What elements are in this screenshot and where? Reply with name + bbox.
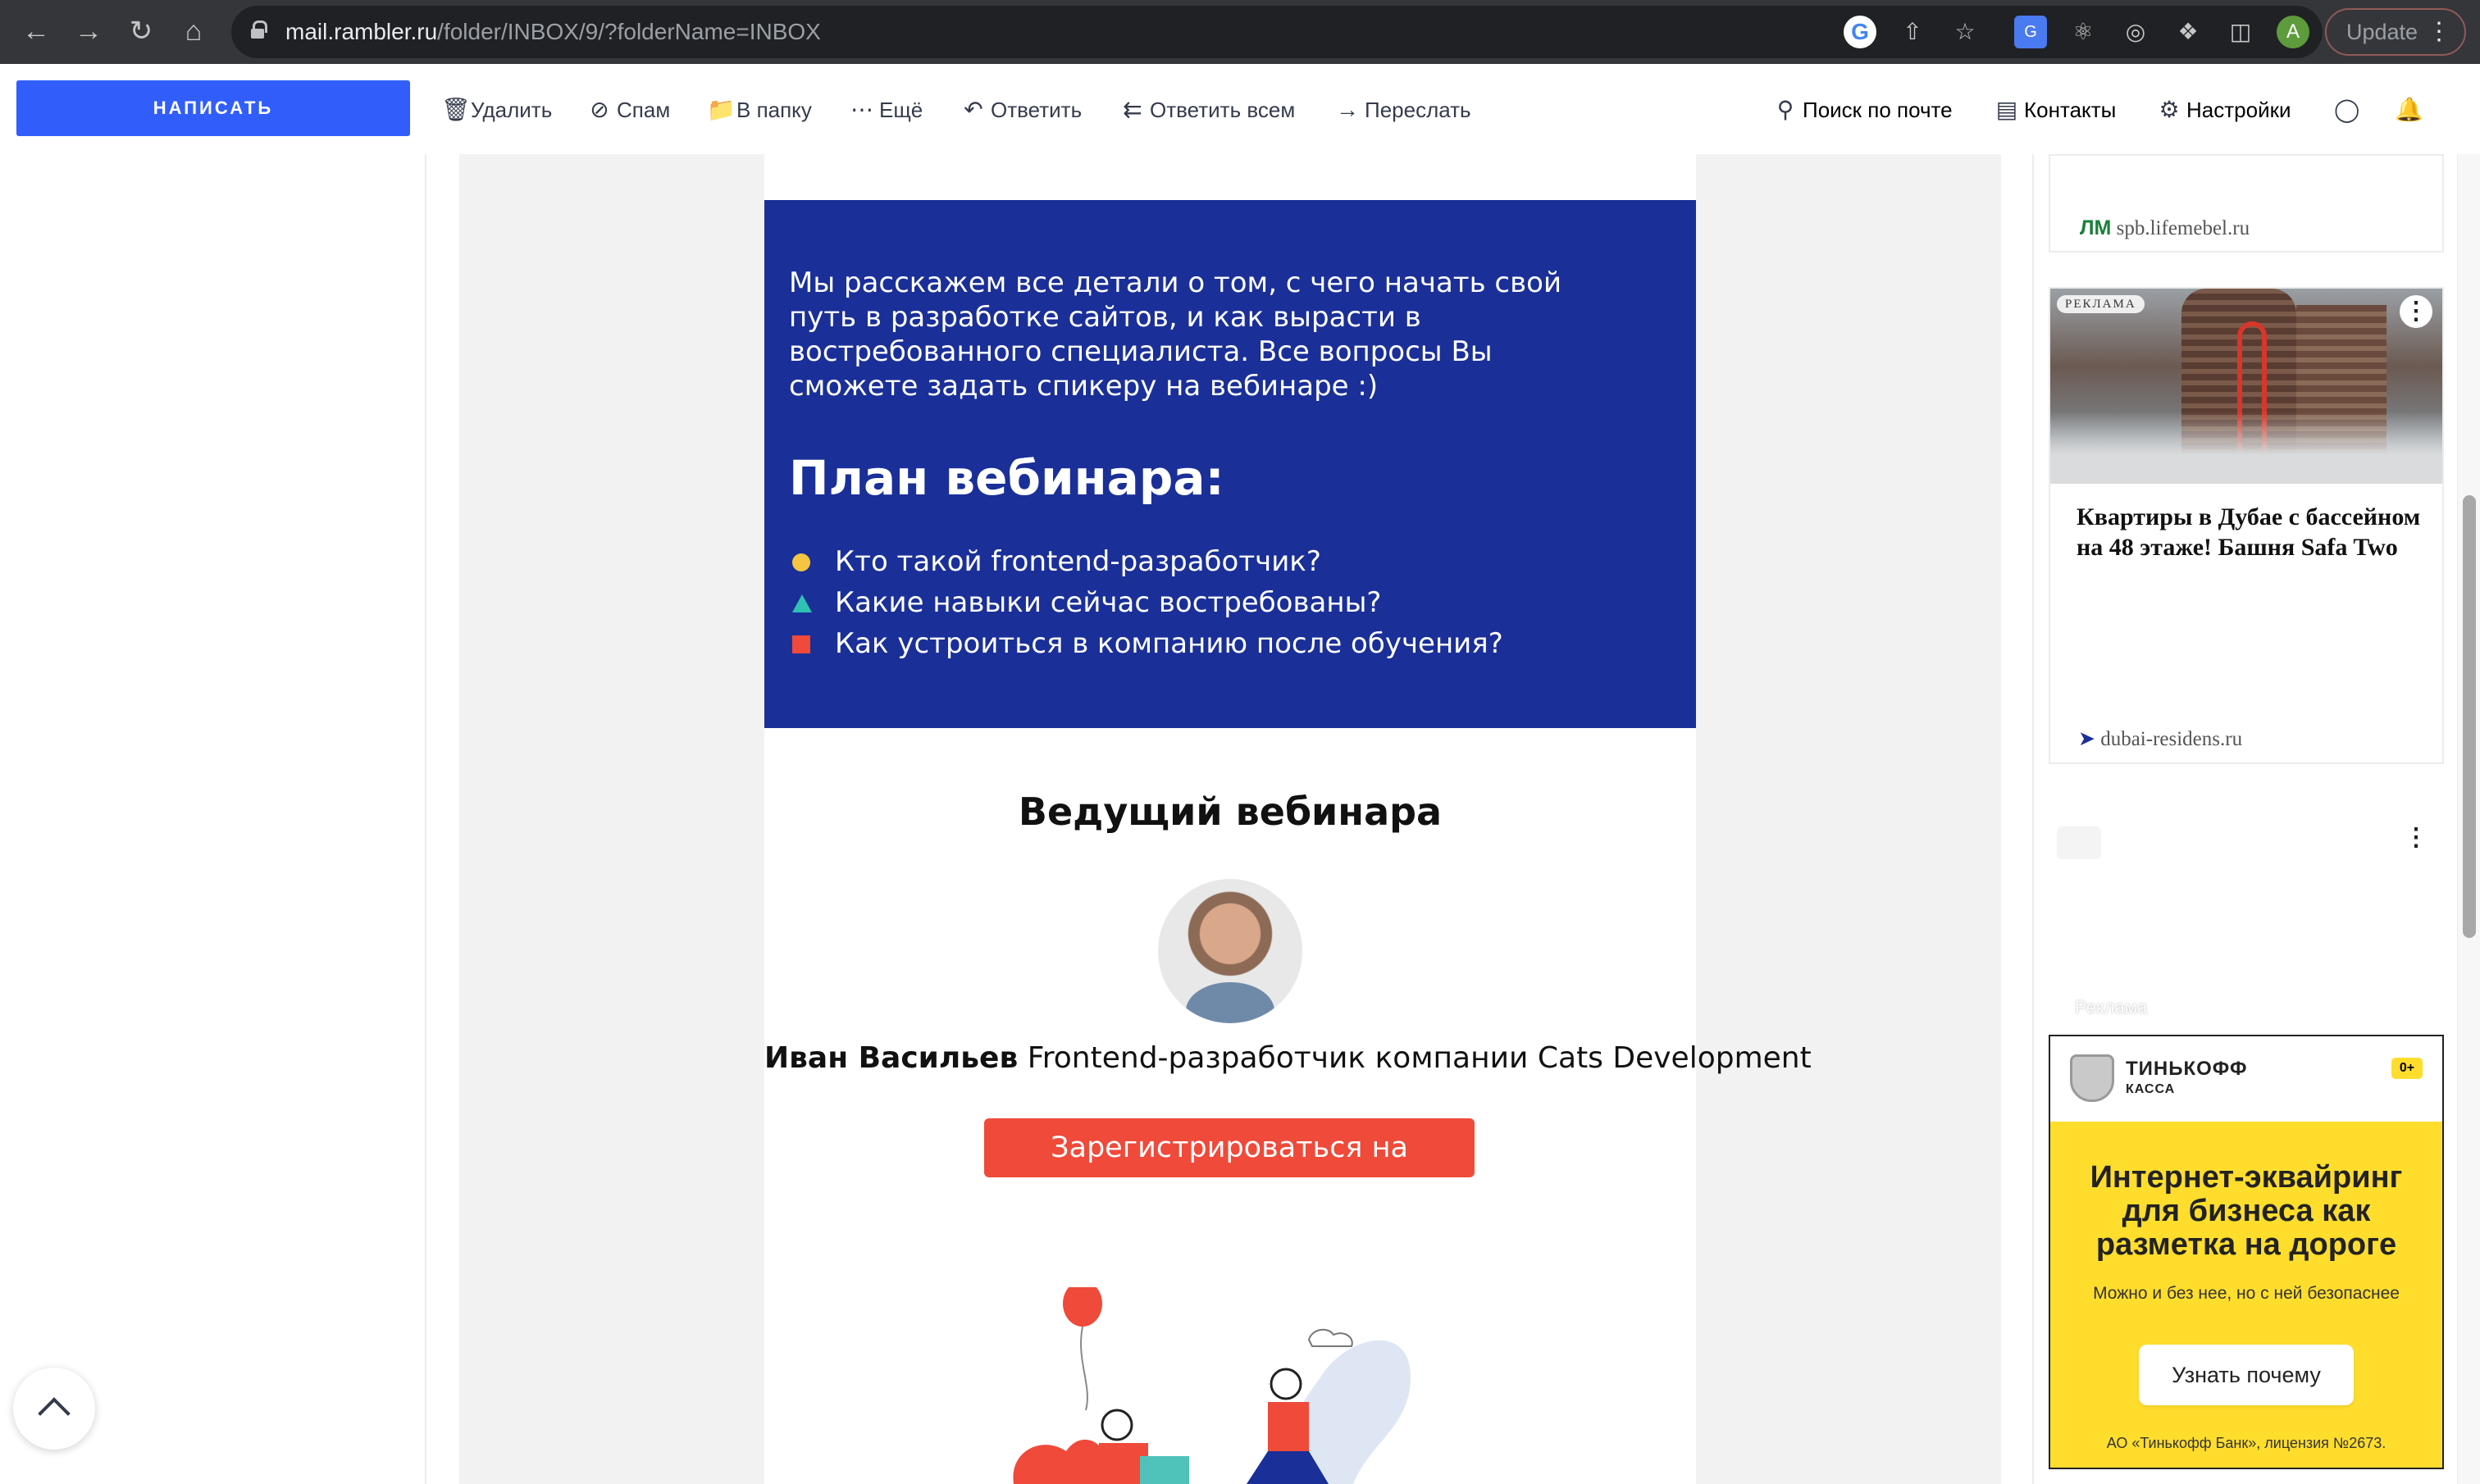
- tinkoff-header: ТИНЬКОФФ КАССА 0+: [2050, 1036, 2442, 1122]
- speaker-name: Иван Васильев: [764, 1041, 1019, 1075]
- notifications-button[interactable]: 🔔: [2395, 95, 2424, 125]
- move-to-folder-button[interactable]: 📁В папку: [707, 95, 812, 125]
- yellow-circle-icon: [792, 553, 810, 571]
- translate-extension-icon[interactable]: G: [2014, 16, 2047, 48]
- more-button[interactable]: ⋯ Ещё: [850, 95, 923, 125]
- bookmark-star-icon[interactable]: ☆: [1949, 16, 1981, 48]
- speaker-photo: [1158, 879, 1302, 1023]
- forward-button[interactable]: → Переслать: [1335, 95, 1471, 125]
- dubai-tower-image[interactable]: [2050, 289, 2442, 484]
- contacts-button[interactable]: ▤ Контакты: [1994, 95, 2117, 125]
- reklama-label: Реклама: [2075, 997, 2148, 1017]
- google-icon[interactable]: G: [1844, 16, 1876, 48]
- reply-all-icon: ⇇: [1123, 97, 1142, 122]
- ad-source-dubai[interactable]: ➤ dubai-residens.ru: [2078, 726, 2242, 751]
- register-webinar-button[interactable]: Зарегистрироваться на вебинар: [984, 1118, 1475, 1223]
- reply-all-button[interactable]: ⇇ Ответить всем: [1120, 95, 1295, 125]
- host-title: Ведущий вебинара: [1018, 790, 1443, 834]
- webinar-illustration: [1013, 1287, 1411, 1484]
- page-scrollbar[interactable]: [2457, 154, 2480, 1484]
- ad-label: РЕКЛАМА: [2057, 295, 2145, 313]
- column-divider: [425, 154, 426, 1484]
- plan-item: Как устроиться в компанию после обучения…: [789, 623, 1503, 664]
- tinkoff-note: Можно и без нее, но с ней безопаснее: [2093, 1284, 2400, 1303]
- mail-toolbar: НАПИСАТЬ 🗑Удалить ⊘ Спам 📁В папку ⋯ Ещё ↶ О…: [0, 64, 2480, 154]
- url-text[interactable]: mail.rambler.ru/folder/INBOX/9/?folderNa…: [285, 19, 821, 45]
- webinar-intro-text: Мы расскажем все детали о том, с чего на…: [789, 266, 1562, 403]
- plan-list: Кто такой frontend-разработчик? Какие на…: [789, 541, 1503, 664]
- folder-icon: 📁: [707, 97, 736, 122]
- trash-icon: 🗑: [441, 97, 471, 122]
- home-icon[interactable]: ⌂: [174, 11, 213, 51]
- more-horiz-icon: ⋯: [850, 97, 873, 122]
- more-vert-icon: ⋮: [2427, 18, 2451, 45]
- ad-source-lifemebel[interactable]: ЛМ spb.lifemebel.ru: [2080, 216, 2250, 240]
- speaker-caption: Иван Васильев Frontend-разработчик компа…: [764, 1041, 1812, 1075]
- age-rating-badge: 0+: [2391, 1058, 2423, 1079]
- lock-icon: [251, 20, 267, 39]
- target-extension-icon[interactable]: ◎: [2119, 16, 2152, 48]
- plan-item: Кто такой frontend-разработчик?: [789, 541, 1503, 582]
- reply-button[interactable]: ↶ Ответить: [961, 95, 1082, 125]
- ads-divider: [2032, 154, 2034, 1484]
- scroll-to-top-button[interactable]: [13, 1368, 95, 1450]
- webinar-info-block: Мы расскажем все детали о том, с чего на…: [764, 200, 1696, 728]
- tinkoff-brand: ТИНЬКОФФ: [2126, 1058, 2248, 1080]
- gear-icon: ⚙: [2159, 97, 2180, 122]
- reload-icon[interactable]: ↻: [121, 11, 161, 51]
- red-square-icon: [792, 635, 810, 653]
- browser-chrome: ← → ↻ ⌂ mail.rambler.ru/folder/INBOX/9/?…: [0, 0, 2480, 64]
- play-arrow-icon: ➤: [2078, 727, 2095, 750]
- settings-button[interactable]: ⚙ Настройки: [2157, 95, 2291, 125]
- plan-item: Какие навыки сейчас востребованы?: [789, 582, 1503, 623]
- teal-triangle-icon: [792, 594, 812, 612]
- compose-button[interactable]: НАПИСАТЬ: [16, 80, 410, 136]
- ad-title-dubai[interactable]: Квартиры в Дубае с бассейном на 48 этаже…: [2077, 502, 2421, 562]
- left-column: [0, 154, 426, 1484]
- tinkoff-subbrand: КАССА: [2126, 1082, 2176, 1096]
- back-icon[interactable]: ←: [16, 11, 56, 51]
- tips-button[interactable]: ◯: [2334, 95, 2364, 125]
- share-icon[interactable]: ⇧: [1896, 16, 1929, 48]
- speaker-role: Frontend-разработчик компании Cats Devel…: [1027, 1041, 1812, 1075]
- ad-card-tinkoff[interactable]: ТИНЬКОФФ КАССА 0+ Интернет-эквайринг для…: [2049, 1035, 2444, 1469]
- tinkoff-cta-button[interactable]: Узнать почему: [2139, 1345, 2354, 1405]
- profile-avatar[interactable]: A: [2277, 16, 2309, 48]
- ad-loading-placeholder: [2057, 826, 2101, 859]
- bell-icon: 🔔: [2395, 97, 2423, 122]
- address-bar[interactable]: mail.rambler.ru/folder/INBOX/9/?folderNa…: [231, 6, 2323, 58]
- plan-title: План вебинара:: [789, 450, 1224, 506]
- extensions-puzzle-icon[interactable]: ❖: [2172, 16, 2204, 48]
- ad-menu-icon[interactable]: ⋮: [2400, 295, 2432, 328]
- react-devtools-icon[interactable]: ⚛: [2067, 16, 2099, 48]
- tinkoff-shield-icon: [2070, 1054, 2114, 1102]
- reply-icon: ↶: [964, 97, 983, 122]
- scrollbar-thumb[interactable]: [2463, 495, 2476, 938]
- tinkoff-headline: Интернет-эквайринг для бизнеса как разме…: [2090, 1160, 2403, 1262]
- forward-icon[interactable]: →: [69, 11, 108, 51]
- update-button[interactable]: Update ⋮: [2325, 8, 2466, 56]
- tinkoff-legal: АО «Тинькофф Банк», лицензия №2673.: [2106, 1435, 2387, 1451]
- mail-search-button[interactable]: ⚲ Поиск по почте: [1773, 95, 1953, 125]
- spam-button[interactable]: ⊘ Спам: [587, 95, 670, 125]
- side-panel-icon[interactable]: ◫: [2224, 16, 2257, 48]
- contacts-book-icon: ▤: [1995, 97, 2018, 122]
- lightbulb-icon: ◯: [2334, 97, 2360, 122]
- block-icon: ⊘: [590, 97, 609, 122]
- delete-button[interactable]: 🗑Удалить: [441, 95, 552, 125]
- search-icon: ⚲: [1776, 97, 1794, 122]
- forward-arrow-icon: →: [1336, 97, 1359, 122]
- ad-menu-icon-2[interactable]: ⋮: [2400, 822, 2432, 854]
